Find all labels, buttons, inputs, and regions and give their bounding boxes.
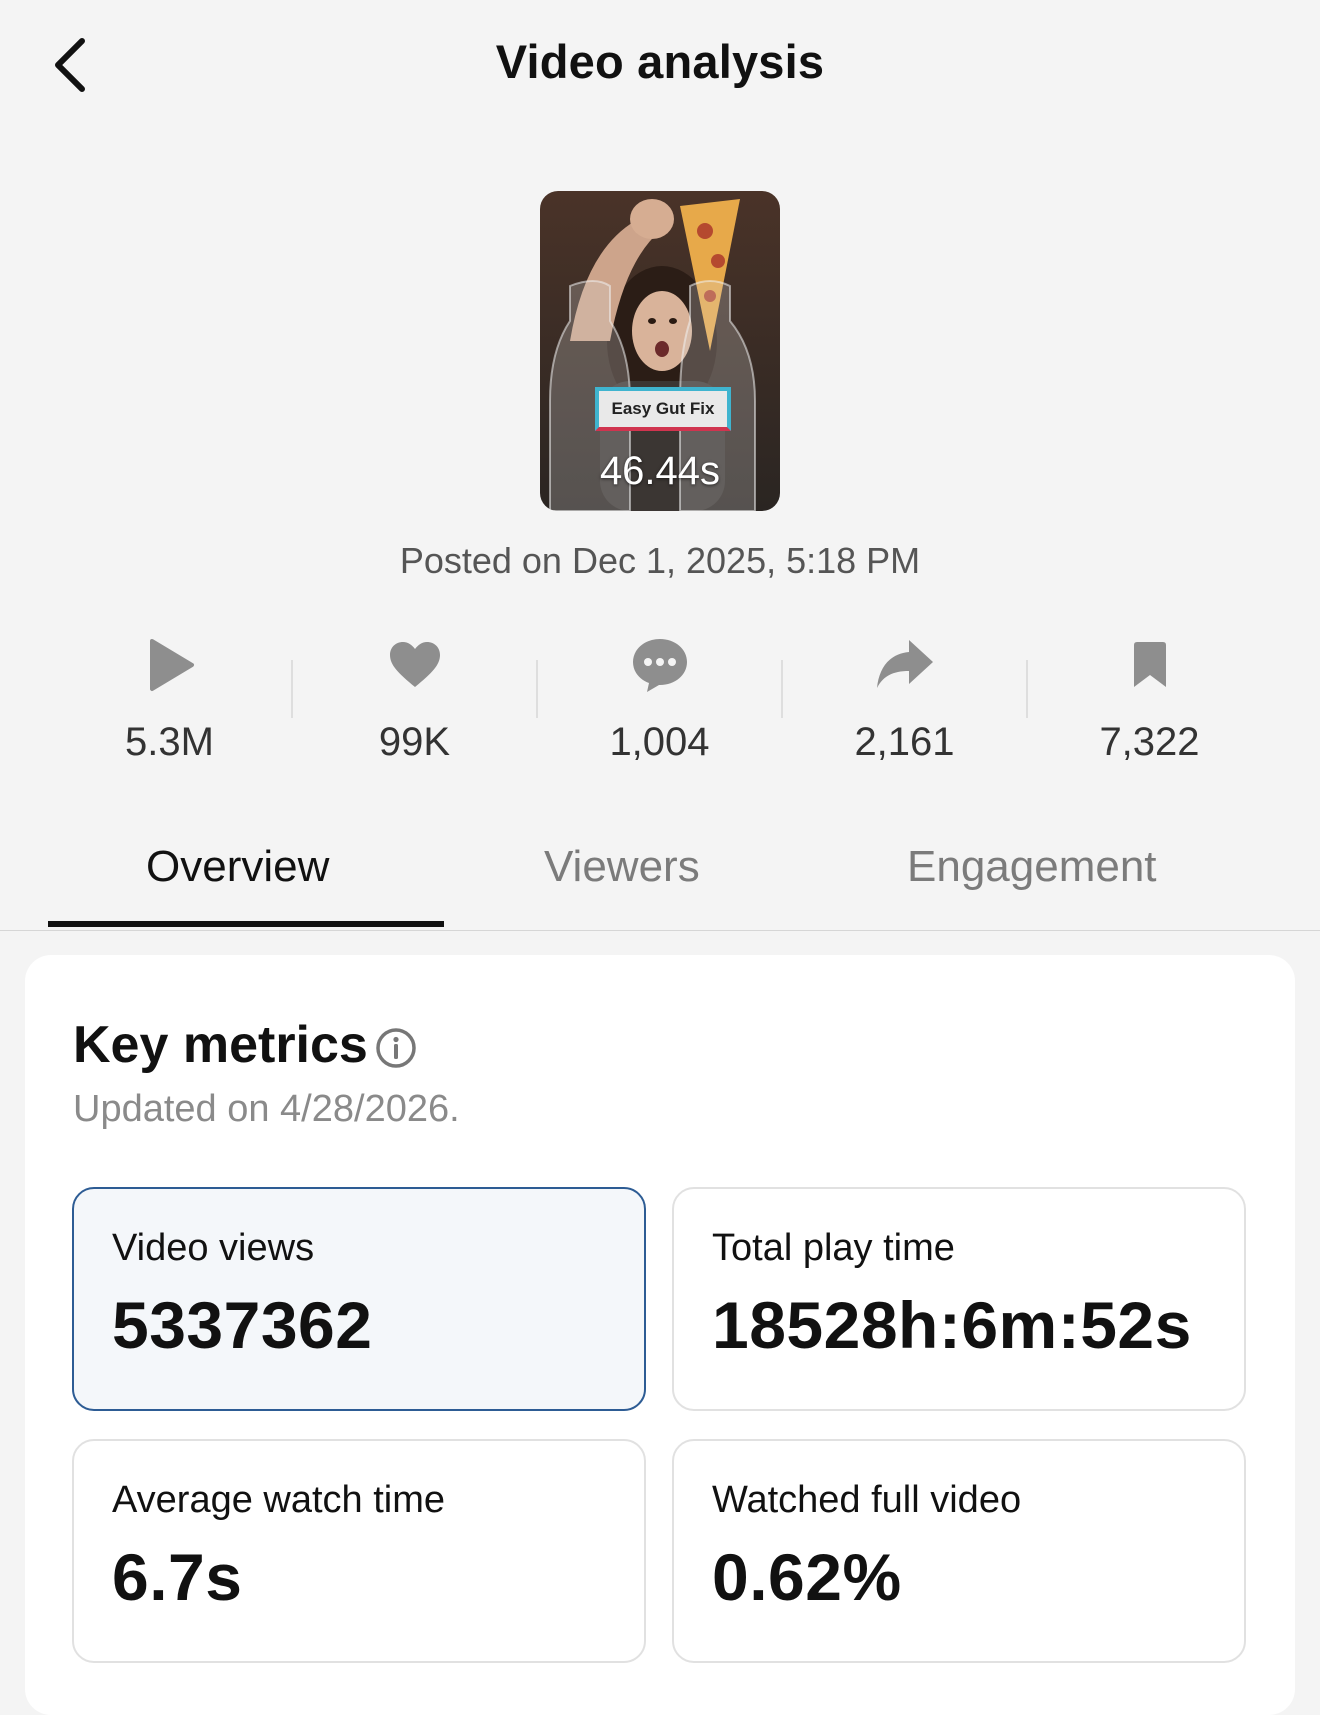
bookmark-icon bbox=[1133, 642, 1166, 687]
tab-overview[interactable]: Overview bbox=[146, 842, 329, 892]
posted-date: Posted on Dec 1, 2025, 5:18 PM bbox=[399, 540, 921, 581]
stat-comments: 1,004 bbox=[537, 625, 782, 775]
tab-bar: Overview Viewers Engagement bbox=[0, 820, 1320, 931]
metric-label: Watched full video bbox=[712, 1479, 1022, 1521]
header: Video analysis bbox=[0, 0, 1320, 130]
key-metrics-updated: Updated on 4/28/2026. bbox=[73, 1088, 460, 1130]
video-thumbnail[interactable]: Easy Gut Fix 46.44s bbox=[540, 191, 780, 511]
video-caption-sticker: Easy Gut Fix bbox=[595, 387, 731, 431]
metric-value: 0.62% bbox=[712, 1540, 902, 1614]
stat-value: 5.3M bbox=[125, 720, 214, 764]
stat-value: 7,322 bbox=[1099, 720, 1200, 764]
stat-likes: 99K bbox=[292, 625, 537, 775]
metric-label: Average watch time bbox=[112, 1479, 446, 1521]
video-duration: 46.44s bbox=[599, 449, 721, 493]
comment-icon bbox=[632, 639, 687, 692]
info-icon[interactable] bbox=[375, 1027, 417, 1074]
metric-card-watched-full-video[interactable]: Watched full video 0.62% bbox=[672, 1439, 1246, 1663]
tab-viewers[interactable]: Viewers bbox=[544, 842, 700, 892]
key-metrics-card: Key metrics Updated on 4/28/2026. Video … bbox=[25, 955, 1295, 1715]
heart-icon bbox=[389, 642, 440, 687]
share-icon bbox=[876, 640, 933, 688]
metric-card-average-watch-time[interactable]: Average watch time 6.7s bbox=[72, 1439, 646, 1663]
stat-views: 5.3M bbox=[47, 625, 292, 775]
stat-saves: 7,322 bbox=[1027, 625, 1272, 775]
metric-value: 5337362 bbox=[112, 1288, 373, 1362]
metric-card-total-play-time[interactable]: Total play time 18528h:6m:52s bbox=[672, 1187, 1246, 1411]
metric-value: 6.7s bbox=[112, 1540, 243, 1614]
metric-card-video-views[interactable]: Video views 5337362 bbox=[72, 1187, 646, 1411]
page-title: Video analysis bbox=[495, 35, 825, 88]
key-metrics-title: Key metrics bbox=[73, 1016, 368, 1074]
stat-shares: 2,161 bbox=[782, 625, 1027, 775]
stat-value: 99K bbox=[378, 720, 451, 764]
metric-label: Total play time bbox=[712, 1227, 955, 1269]
tab-engagement[interactable]: Engagement bbox=[907, 842, 1157, 892]
stats-row: 5.3M 99K 1,004 2,161 7,322 bbox=[0, 625, 1320, 775]
stat-value: 1,004 bbox=[609, 720, 710, 764]
stat-value: 2,161 bbox=[854, 720, 955, 764]
metric-label: Video views bbox=[112, 1227, 315, 1269]
play-icon bbox=[149, 639, 194, 691]
metric-value: 18528h:6m:52s bbox=[712, 1288, 1192, 1362]
active-tab-indicator bbox=[48, 921, 444, 927]
